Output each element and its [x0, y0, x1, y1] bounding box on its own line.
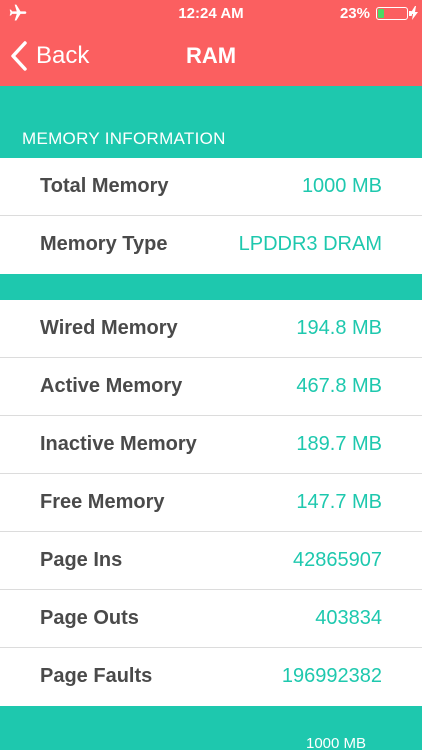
footer-bar: 1000 MB	[0, 706, 422, 750]
list-item-page-faults: Page Faults 196992382	[0, 648, 422, 706]
status-bar: 12:24 AM 23%	[0, 0, 422, 26]
row-value: 147.7 MB	[296, 491, 382, 513]
section-divider	[0, 274, 422, 300]
row-label: Page Faults	[40, 665, 153, 687]
row-label: Free Memory	[40, 491, 165, 513]
list-item-total-memory: Total Memory 1000 MB	[0, 158, 422, 216]
nav-bar: Back RAM	[0, 26, 422, 86]
list-item-free-memory: Free Memory 147.7 MB	[0, 474, 422, 532]
row-value: 189.7 MB	[296, 433, 382, 455]
row-value: 1000 MB	[301, 175, 382, 197]
footer-text: 1000 MB	[306, 735, 367, 750]
row-value: 403834	[315, 607, 382, 629]
list-item-page-outs: Page Outs 403834	[0, 590, 422, 648]
list-item-wired-memory: Wired Memory 194.8 MB	[0, 300, 422, 358]
bolt-icon	[410, 6, 418, 20]
row-label: Page Ins	[40, 549, 123, 571]
row-label: Page Outs	[40, 607, 139, 629]
row-label: Memory Type	[40, 233, 168, 255]
row-value: LPDDR3 DRAM	[238, 233, 382, 255]
list-item-page-ins: Page Ins 42865907	[0, 532, 422, 590]
section-header-memory-information: MEMORY INFORMATION	[0, 86, 422, 158]
row-label: Total Memory	[40, 175, 169, 197]
battery-fill	[378, 9, 385, 18]
battery-percent: 23%	[339, 5, 370, 22]
list-item-inactive-memory: Inactive Memory 189.7 MB	[0, 416, 422, 474]
row-label: Active Memory	[40, 375, 183, 397]
row-label: Wired Memory	[40, 317, 178, 339]
row-value: 42865907	[293, 549, 382, 571]
row-value: 467.8 MB	[296, 375, 382, 397]
row-value: 194.8 MB	[296, 317, 382, 339]
row-label: Inactive Memory	[40, 433, 197, 455]
page-title: RAM	[185, 43, 237, 68]
list-item-memory-type: Memory Type LPDDR3 DRAM	[0, 216, 422, 274]
list-item-active-memory: Active Memory 467.8 MB	[0, 358, 422, 416]
battery-icon	[376, 7, 412, 20]
section-header-label: MEMORY INFORMATION	[22, 129, 226, 148]
row-value: 196992382	[281, 665, 382, 687]
